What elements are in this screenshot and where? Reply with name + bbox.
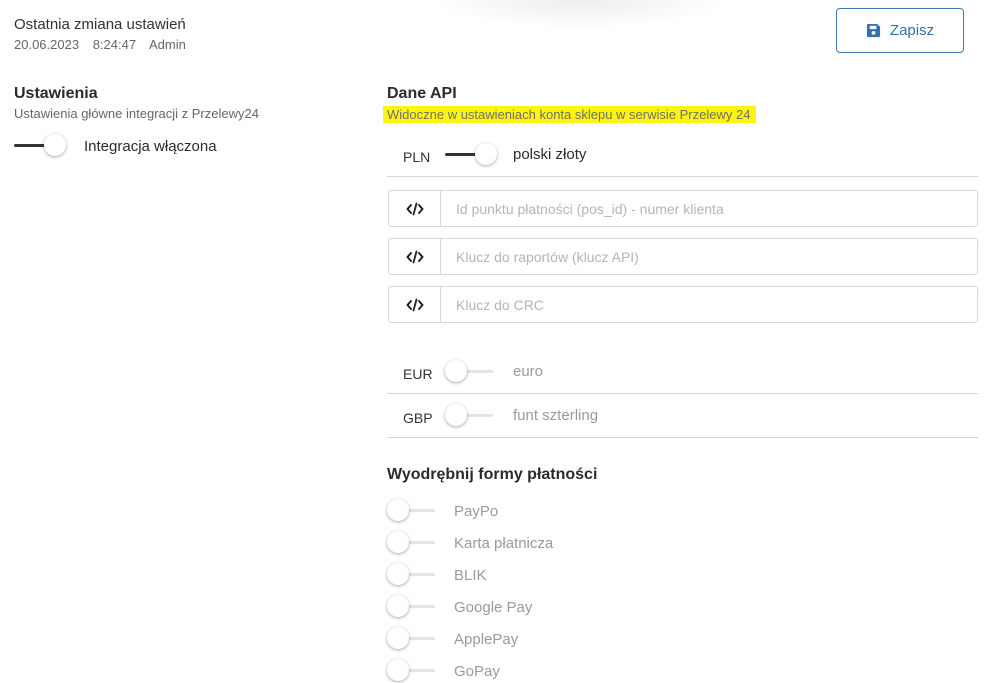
payment-method-google-pay: Google Pay [387,595,532,619]
currency-name: funt szterling [513,407,599,424]
code-icon [389,191,441,226]
api-key-input[interactable] [441,239,977,274]
settings-title: Ustawienia [14,85,98,102]
save-button[interactable]: Zapisz [836,8,964,53]
payment-method-toggle[interactable] [387,563,441,587]
api-key-field-group [388,238,978,275]
api-title: Dane API [387,85,457,102]
payment-method-gopay: GoPay [387,659,500,683]
save-button-label: Zapisz [889,22,935,39]
payment-method-toggle[interactable] [387,659,441,683]
currency-toggle-eur[interactable] [445,359,499,384]
last-change-title: Ostatnia zmiana ustawień [14,16,186,33]
payment-method-toggle[interactable] [387,531,441,555]
payment-method-toggle[interactable] [387,499,441,523]
payment-method-toggle[interactable] [387,595,441,619]
last-change-user: Admin [148,37,186,52]
header-bar: Ostatnia zmiana ustawień 20.06.2023 8:24… [0,0,1000,70]
crc-key-field-group [388,286,978,323]
currency-name: polski złoty [513,146,587,163]
currency-name: euro [513,363,544,380]
integration-toggle-row: Integracja włączona [14,134,217,158]
settings-description: Ustawienia główne integracji z Przelewy2… [14,106,259,121]
payment-method-toggle[interactable] [387,627,441,651]
payment-method-label: PayPo [454,502,499,520]
floppy-disk-icon [866,23,880,38]
payment-method-label: ApplePay [454,630,519,648]
payment-method-label: BLIK [454,566,487,584]
currency-row-pln: PLN polski złoty [387,133,978,177]
payment-method-blik: BLIK [387,563,487,587]
currency-row-eur: EUR euro [387,350,978,394]
pos-id-field-group [388,190,978,227]
crc-key-input[interactable] [441,287,977,322]
header-shadow [430,0,730,30]
currency-row-gbp: GBP funt szterling [387,394,978,438]
last-change-time: 8:24:47 [92,37,137,52]
last-change-meta: 20.06.2023 8:24:47 Admin [14,37,196,52]
payment-method-card: Karta płatnicza [387,531,553,555]
currency-code: EUR [403,365,433,382]
integration-toggle[interactable] [14,134,68,158]
payment-methods-title: Wyodrębnij formy płatności [387,466,598,483]
last-change-date: 20.06.2023 [14,37,80,52]
currency-code: PLN [403,148,431,165]
payment-method-label: Karta płatnicza [454,534,554,552]
payment-method-apple-pay: ApplePay [387,627,518,651]
currency-toggle-gbp[interactable] [445,403,499,428]
payment-method-paypo: PayPo [387,499,498,523]
currency-toggle-pln[interactable] [445,142,499,167]
pos-id-input[interactable] [441,191,977,226]
code-icon [389,239,441,274]
currency-code: GBP [403,409,433,426]
payment-method-label: Google Pay [454,598,533,616]
api-note: Widoczne w ustawieniach konta sklepu w s… [383,106,757,123]
payment-method-label: GoPay [454,662,500,680]
code-icon [389,287,441,322]
integration-label: Integracja włączona [84,137,217,155]
